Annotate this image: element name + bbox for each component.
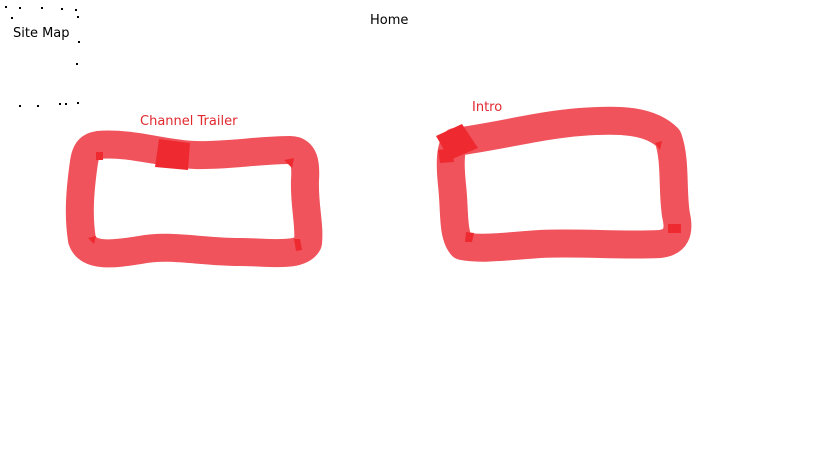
channel-trailer-box[interactable]	[65, 130, 323, 268]
sketch-canvas	[65, 106, 692, 268]
intro-box[interactable]	[436, 106, 692, 262]
